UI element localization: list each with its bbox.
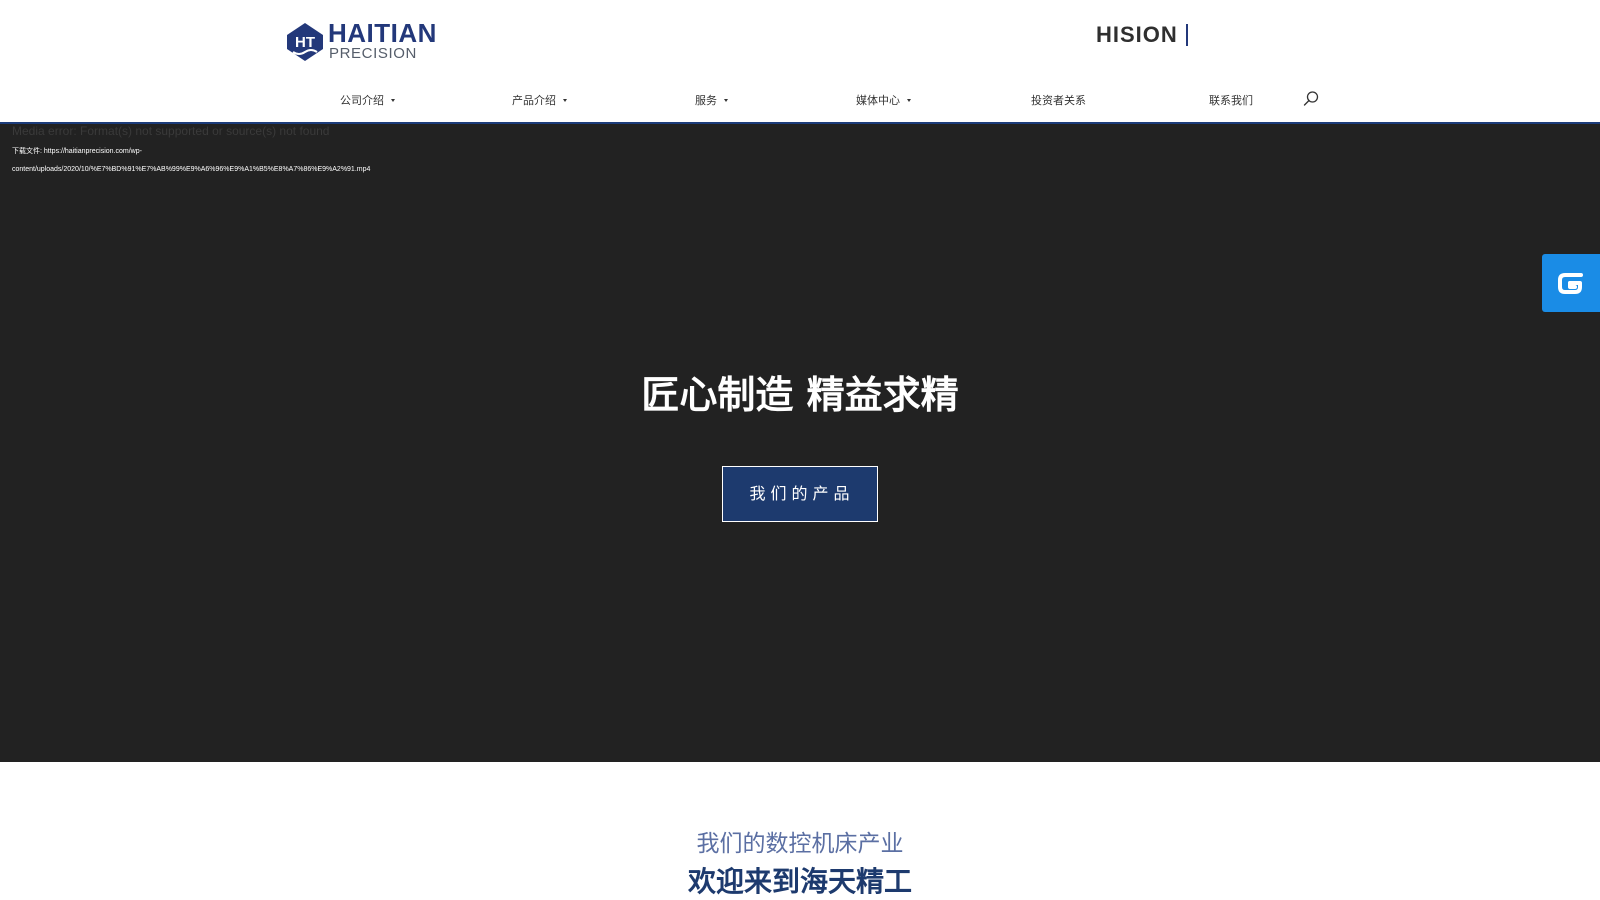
caret-down-icon <box>907 98 911 102</box>
chat-widget-icon <box>1558 273 1583 294</box>
hision-logo[interactable]: HISION <box>1096 20 1188 50</box>
nav-item-label: 联系我们 <box>1209 94 1253 107</box>
nav-item-investors[interactable]: 投资者关系 <box>1031 92 1086 108</box>
haitian-logo-mark-icon: HT <box>287 23 323 61</box>
haitian-logo[interactable]: HT HAITIAN PRECISION <box>285 18 455 64</box>
nav-item-service[interactable]: 服务 <box>695 92 728 108</box>
site-header: HT HAITIAN PRECISION HISION 公司介绍 产品介绍 服务… <box>0 0 1600 124</box>
caret-down-icon <box>391 98 395 102</box>
caret-down-icon <box>563 98 567 102</box>
nav-item-contact[interactable]: 联系我们 <box>1209 92 1253 108</box>
nav-item-label: 服务 <box>695 94 717 107</box>
our-products-button[interactable]: 我们的产品 <box>722 466 878 522</box>
main-nav: 公司介绍 产品介绍 服务 媒体中心 投资者关系 联系我们 <box>0 86 1600 116</box>
intro-subtitle: 我们的数控机床产业 <box>696 831 904 857</box>
nav-item-label: 产品介绍 <box>512 94 556 107</box>
side-chat-widget[interactable] <box>1542 254 1600 312</box>
hision-logo-word: HISION <box>1096 22 1178 47</box>
intro-title: 欢迎来到海天精工 <box>687 865 912 898</box>
nav-item-label: 投资者关系 <box>1031 94 1086 107</box>
hero-video-section: Media error: Format(s) not supported or … <box>0 124 1600 762</box>
nav-item-products[interactable]: 产品介绍 <box>512 92 567 108</box>
hero-title: 匠心制造 精益求精 <box>641 373 959 417</box>
nav-item-company[interactable]: 公司介绍 <box>340 92 395 108</box>
nav-item-label: 媒体中心 <box>856 94 900 107</box>
nav-item-label: 公司介绍 <box>340 94 384 107</box>
search-icon[interactable] <box>1302 90 1320 108</box>
media-error-text: Media error: Format(s) not supported or … <box>12 124 330 138</box>
download-file-url[interactable]: content/uploads/2020/10/%E7%BD%91%E7%AB%… <box>12 166 370 173</box>
nav-item-media[interactable]: 媒体中心 <box>856 92 911 108</box>
download-file-link[interactable]: 下载文件: https://haitianprecision.com/wp- <box>12 146 142 156</box>
caret-down-icon <box>724 98 728 102</box>
haitian-logo-sub: PRECISION <box>329 45 417 62</box>
svg-text:HT: HT <box>295 34 315 51</box>
hision-logo-separator <box>1185 24 1188 46</box>
